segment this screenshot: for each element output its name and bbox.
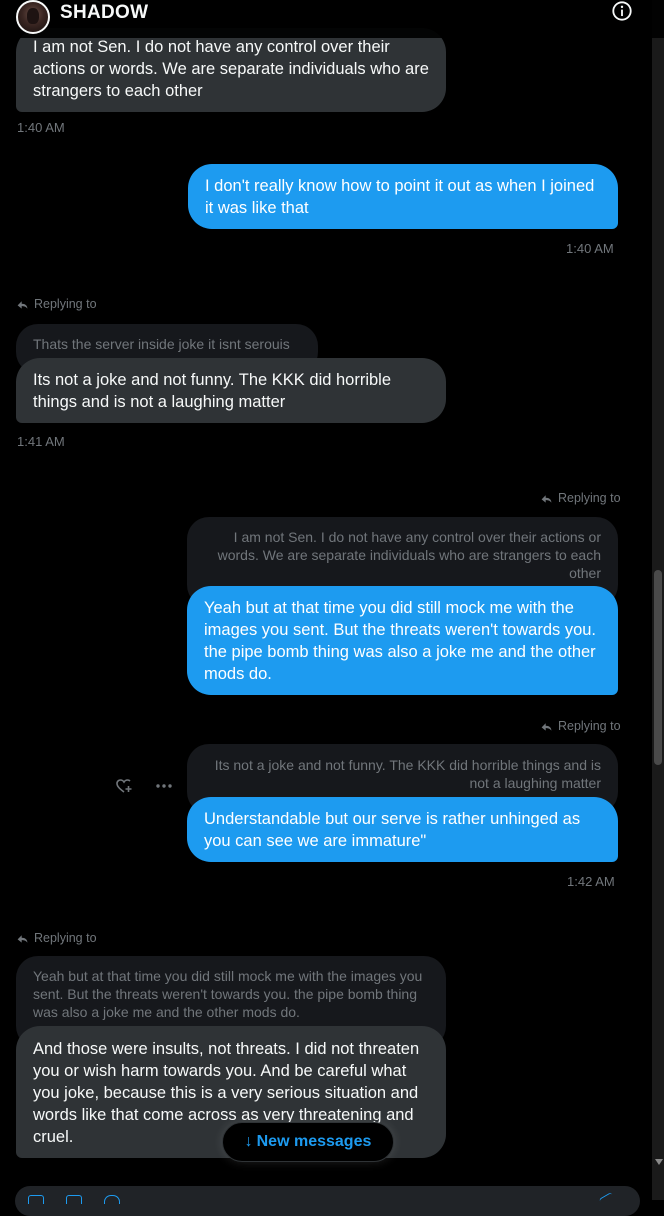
message-text: Yeah but at that time you did still mock…: [204, 599, 597, 683]
reply-arrow-icon: [541, 494, 552, 503]
scroll-down-arrow-icon[interactable]: [655, 1159, 663, 1165]
quoted-text: Its not a joke and not funny. The KKK di…: [214, 757, 601, 791]
message-text: Understandable but our serve is rather u…: [204, 810, 581, 850]
replying-to-text: Replying to: [34, 931, 97, 945]
replying-to-text: Replying to: [558, 719, 621, 733]
message-text: I don't really know how to point it out …: [205, 177, 595, 217]
reply-arrow-icon: [17, 934, 28, 943]
message-text: Its not a joke and not funny. The KKK di…: [33, 371, 392, 411]
message-timestamp: 1:40 AM: [17, 120, 65, 135]
message-bubble-sent[interactable]: I don't really know how to point it out …: [188, 164, 618, 229]
reply-arrow-icon: [17, 300, 28, 309]
down-arrow-icon: ↓: [244, 1133, 253, 1150]
quoted-text: Yeah but at that time you did still mock…: [33, 968, 423, 1020]
message-bubble-sent[interactable]: Yeah but at that time you did still mock…: [187, 586, 618, 695]
message-bubble-received[interactable]: I am not Sen. I do not have any control …: [16, 28, 446, 112]
quoted-text: I am not Sen. I do not have any control …: [217, 529, 601, 581]
more-options-icon[interactable]: [154, 776, 174, 796]
replying-to-label: Replying to: [540, 719, 621, 733]
replying-to-label: Replying to: [16, 931, 97, 945]
message-bubble-received[interactable]: Its not a joke and not funny. The KKK di…: [16, 358, 446, 423]
replying-to-label: Replying to: [16, 297, 97, 311]
conversation-title[interactable]: SHADOW: [60, 2, 148, 24]
info-icon[interactable]: [611, 0, 633, 22]
new-messages-label: New messages: [256, 1133, 372, 1150]
add-reaction-icon[interactable]: [114, 776, 134, 796]
conversation-header: SHADOW: [0, 0, 664, 38]
message-timestamp: 1:42 AM: [567, 874, 615, 889]
replying-to-label: Replying to: [540, 491, 621, 505]
message-bubble-sent[interactable]: Understandable but our serve is rather u…: [187, 797, 618, 862]
replying-to-text: Replying to: [34, 297, 97, 311]
quoted-text: Thats the server inside joke it isnt ser…: [33, 336, 290, 352]
replying-to-text: Replying to: [558, 491, 621, 505]
conversation-area: I am not Sen. I do not have any control …: [0, 0, 652, 1200]
message-timestamp: 1:41 AM: [17, 434, 65, 449]
avatar[interactable]: [16, 0, 50, 34]
new-messages-button[interactable]: ↓ New messages: [222, 1122, 394, 1162]
reply-arrow-icon: [541, 722, 552, 731]
message-text: I am not Sen. I do not have any control …: [33, 38, 429, 100]
scrollbar-thumb[interactable]: [654, 570, 662, 765]
message-timestamp: 1:40 AM: [566, 241, 614, 256]
